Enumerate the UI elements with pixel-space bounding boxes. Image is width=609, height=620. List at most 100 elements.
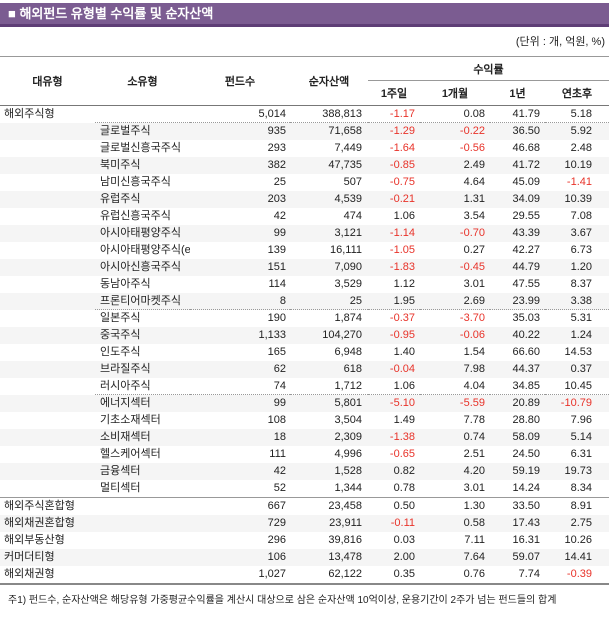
cell-subcategory: 남미신흥국주식 xyxy=(100,176,171,188)
cell-return-ytd: 5.92 xyxy=(570,125,592,137)
table-row: 일본주식 190 1,874 -0.37 -3.70 35.03 5.31 xyxy=(0,310,609,327)
table-row: 해외주식혼합형 667 23,458 0.50 1.30 33.50 8.91 xyxy=(0,498,609,515)
cell-return-1y: 46.68 xyxy=(512,142,540,154)
cell-return-1w: 0.78 xyxy=(393,482,415,494)
cell-return-1m: 1.30 xyxy=(463,500,485,512)
table-row: 글로벌주식 935 71,658 -1.29 -0.22 36.50 5.92 xyxy=(0,123,609,140)
cell-net-assets: 3,121 xyxy=(334,227,362,239)
cell-subcategory xyxy=(95,515,190,532)
cell-net-assets: 1,344 xyxy=(334,482,362,494)
cell-subcategory: 헬스케어섹터 xyxy=(100,448,161,460)
cell-net-assets: 13,478 xyxy=(328,551,362,563)
table-row: 인도주식 165 6,948 1.40 1.54 66.60 14.53 xyxy=(0,344,609,361)
header-returns-group: 수익률 xyxy=(368,57,609,81)
cell-category xyxy=(0,361,95,378)
cell-return-1y: 33.50 xyxy=(512,500,540,512)
cell-return-1m: -0.45 xyxy=(459,261,485,273)
cell-fund-count: 151 xyxy=(267,261,286,273)
cell-return-1m: 1.31 xyxy=(463,193,485,205)
cell-return-ytd: 3.38 xyxy=(545,293,609,310)
table-row: 동남아주식 114 3,529 1.12 3.01 47.55 8.37 xyxy=(0,276,609,293)
header-return-1w: 1주일 xyxy=(380,88,408,100)
cell-category xyxy=(0,208,95,225)
cell-return-1w: -0.75 xyxy=(389,176,415,188)
cell-return-1w: 1.06 xyxy=(368,378,420,395)
cell-fund-count: 25 xyxy=(273,176,286,188)
cell-category xyxy=(0,412,95,429)
cell-return-ytd: 7.08 xyxy=(570,210,592,222)
cell-return-ytd: 8.37 xyxy=(570,278,592,290)
cell-fund-count: 203 xyxy=(267,193,286,205)
cell-category xyxy=(0,191,95,208)
cell-return-1y: 16.31 xyxy=(512,534,540,546)
cell-return-1y: 34.85 xyxy=(490,378,545,395)
cell-category xyxy=(0,429,95,446)
cell-return-ytd: 10.39 xyxy=(564,193,592,205)
cell-return-1w: 0.50 xyxy=(393,500,415,512)
unit-note: (단위 : 개, 억원, %) xyxy=(515,36,605,48)
cell-fund-count: 5,014 xyxy=(190,106,290,123)
cell-subcategory: 일본주식 xyxy=(100,312,141,324)
cell-subcategory: 아시아태평양주식(ex J) xyxy=(100,244,190,256)
cell-return-ytd: 2.48 xyxy=(570,142,592,154)
cell-net-assets: 507 xyxy=(343,176,362,188)
cell-subcategory: 브라질주식 xyxy=(100,363,151,375)
cell-return-1w: 0.35 xyxy=(393,568,415,580)
table-row: 유럽신흥국주식 42 474 1.06 3.54 29.55 7.08 xyxy=(0,208,609,225)
table-row: 해외주식형 5,014 388,813 -1.17 0.08 41.79 5.18 xyxy=(0,106,609,123)
table-row: 아시아태평양주식 99 3,121 -1.14 -0.70 43.39 3.67 xyxy=(0,225,609,242)
cell-return-1y: 41.72 xyxy=(512,159,540,171)
cell-return-1w: 2.00 xyxy=(393,551,415,563)
cell-subcategory: 소비재섹터 xyxy=(100,431,151,443)
cell-return-1y: 35.03 xyxy=(512,312,540,324)
cell-subcategory: 에너지섹터 xyxy=(100,397,151,409)
cell-return-1w: -1.29 xyxy=(389,125,415,137)
cell-return-ytd: -10.79 xyxy=(560,397,592,409)
cell-return-1m: -3.70 xyxy=(459,312,485,324)
cell-return-1w: -1.17 xyxy=(368,106,420,123)
cell-net-assets: 1,712 xyxy=(290,378,368,395)
cell-return-ytd: 5.14 xyxy=(570,431,592,443)
cell-fund-count: 108 xyxy=(267,414,286,426)
cell-subcategory: 멀티섹터 xyxy=(100,482,141,494)
cell-net-assets: 6,948 xyxy=(334,346,362,358)
cell-return-1m: 4.64 xyxy=(463,176,485,188)
header-return-ytd: 연초후 xyxy=(561,88,593,100)
cell-return-1w: -0.21 xyxy=(389,193,415,205)
cell-fund-count: 729 xyxy=(267,517,286,529)
cell-category xyxy=(0,276,95,293)
cell-return-1m: 0.76 xyxy=(463,568,485,580)
header-net-assets: 순자산액 xyxy=(308,76,350,88)
table-row: 브라질주식 62 618 -0.04 7.98 44.37 0.37 xyxy=(0,361,609,378)
cell-return-1y: 41.79 xyxy=(490,106,545,123)
cell-category: 해외채권형 xyxy=(4,568,55,580)
cell-return-1m: 3.01 xyxy=(463,278,485,290)
cell-net-assets: 47,735 xyxy=(328,159,362,171)
cell-return-ytd: 10.19 xyxy=(564,159,592,171)
cell-category xyxy=(0,344,95,361)
cell-return-1m: 2.69 xyxy=(420,293,490,310)
cell-return-1w: -1.83 xyxy=(389,261,415,273)
cell-return-1m: -0.06 xyxy=(459,329,485,341)
cell-fund-count: 99 xyxy=(273,227,286,239)
cell-category xyxy=(0,123,95,140)
cell-return-ytd: 1.24 xyxy=(570,329,592,341)
cell-category xyxy=(0,157,95,174)
cell-category xyxy=(0,174,95,191)
cell-category xyxy=(0,225,95,242)
cell-return-1y: 7.74 xyxy=(518,568,540,580)
cell-category: 해외주식형 xyxy=(4,108,55,120)
cell-net-assets: 3,529 xyxy=(334,278,362,290)
table-row: 중국주식 1,133 104,270 -0.95 -0.06 40.22 1.24 xyxy=(0,327,609,344)
cell-return-1y: 59.19 xyxy=(512,465,540,477)
table-row: 북미주식 382 47,735 -0.85 2.49 41.72 10.19 xyxy=(0,157,609,174)
cell-subcategory: 인도주식 xyxy=(100,346,141,358)
cell-return-1m: 0.58 xyxy=(463,517,485,529)
cell-fund-count: 165 xyxy=(267,346,286,358)
cell-return-1w: -0.65 xyxy=(389,448,415,460)
cell-category xyxy=(0,378,95,395)
cell-fund-count: 74 xyxy=(190,378,290,395)
cell-fund-count: 296 xyxy=(267,534,286,546)
cell-return-1y: 34.09 xyxy=(512,193,540,205)
cell-return-1w: 1.49 xyxy=(393,414,415,426)
